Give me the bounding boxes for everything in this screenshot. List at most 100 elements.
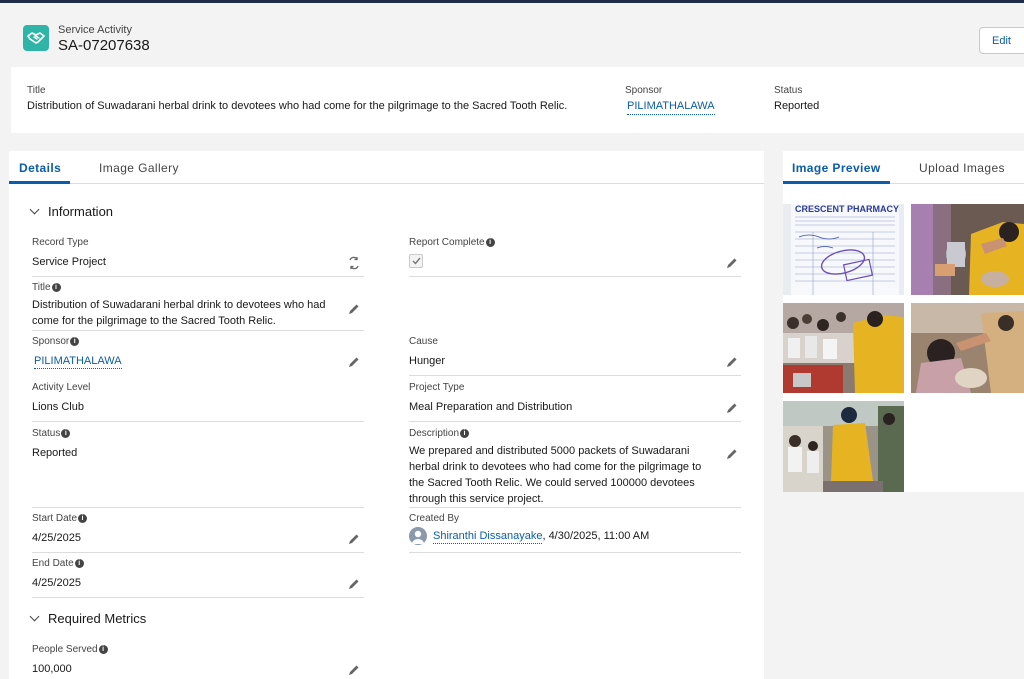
receipt-photo[interactable]: CRESCENT PHARMACY — [783, 204, 904, 295]
field-value: Lions Club — [32, 401, 84, 413]
section-required-metrics-title: Required Metrics — [48, 611, 147, 626]
user-avatar-icon — [409, 527, 427, 545]
field-label: Status — [32, 428, 61, 439]
field-value: Meal Preparation and Distribution — [409, 401, 573, 413]
info-icon[interactable]: i — [70, 337, 80, 346]
edit-cause-pencil-icon[interactable] — [725, 355, 739, 369]
field-divider — [409, 421, 741, 422]
field-value: Hunger — [409, 355, 446, 367]
field-record-type: Record Type Service Project — [32, 237, 362, 270]
info-icon[interactable]: i — [61, 429, 71, 438]
info-icon[interactable]: i — [51, 283, 61, 292]
tab-image-preview[interactable]: Image Preview — [792, 161, 881, 175]
field-label: Cause — [409, 336, 438, 347]
field-value: 4/25/2025 — [32, 532, 81, 544]
field-value: We prepared and distributed 5000 packets… — [409, 445, 702, 505]
field-label: Activity Level — [32, 382, 91, 393]
info-icon[interactable]: i — [78, 514, 88, 523]
field-description: Description i We prepared and distributed… — [409, 428, 715, 507]
field-people-served: People Served i 100,000 — [32, 644, 362, 677]
highlights-panel: Title Distribution of Suwadarani herbal … — [11, 67, 1024, 133]
field-status: Status i Reported — [32, 428, 362, 461]
highlight-title: Title Distribution of Suwadarani herbal … — [27, 85, 567, 112]
field-activity-level: Activity Level Lions Club — [32, 382, 362, 415]
section-information-toggle[interactable]: Information — [29, 204, 114, 219]
edit-sponsor-pencil-icon[interactable] — [347, 355, 361, 369]
tab-details[interactable]: Details — [19, 161, 61, 175]
edit-project-type-pencil-icon[interactable] — [725, 401, 739, 415]
field-label: People Served — [32, 644, 98, 655]
highlight-sponsor-label: Sponsor — [625, 85, 663, 96]
edit-start-date-pencil-icon[interactable] — [347, 532, 361, 546]
field-label: Created By — [409, 513, 460, 524]
receipt-heading: CRESCENT PHARMACY — [795, 204, 899, 214]
main-tab-bar: Details Image Gallery — [9, 151, 764, 184]
edit-people-served-pencil-icon[interactable] — [347, 663, 361, 677]
field-cause: Cause Hunger — [409, 336, 739, 369]
field-divider — [32, 276, 364, 277]
highlight-title-value: Distribution of Suwadarani herbal drink … — [27, 100, 568, 112]
info-icon[interactable]: i — [98, 645, 108, 654]
highlight-status-label: Status — [774, 85, 803, 96]
field-divider — [32, 552, 364, 553]
field-label: Record Type — [32, 237, 89, 248]
field-title: Title i Distribution of Suwadarani herbal… — [32, 282, 332, 329]
edit-title-pencil-icon[interactable] — [347, 302, 361, 316]
tab-image-gallery[interactable]: Image Gallery — [99, 161, 179, 175]
field-divider — [409, 552, 741, 553]
created-by-date: , 4/30/2025, 11:00 AM — [542, 529, 650, 542]
field-label: Start Date — [32, 513, 78, 524]
handshake-icon — [23, 25, 49, 51]
chevron-down-icon — [29, 204, 40, 215]
field-label: Report Complete — [409, 237, 485, 248]
info-icon[interactable]: i — [485, 238, 495, 247]
highlight-status-value: Reported — [774, 100, 820, 112]
field-value: Distribution of Suwadarani herbal drink … — [32, 299, 326, 327]
info-icon[interactable]: i — [74, 559, 84, 568]
edit-report-complete-pencil-icon[interactable] — [725, 256, 739, 270]
section-information-title: Information — [48, 204, 114, 219]
volunteer-yellow-vest-photo[interactable] — [783, 401, 904, 492]
field-report-complete: Report Complete i — [409, 237, 739, 268]
image-preview-card: Image Preview Upload Images CRESCENT PHA… — [783, 151, 1024, 492]
section-required-metrics-toggle[interactable]: Required Metrics — [29, 611, 147, 626]
field-divider — [409, 507, 741, 508]
field-divider — [32, 597, 364, 598]
field-label: End Date — [32, 558, 74, 569]
tab-upload-images[interactable]: Upload Images — [919, 161, 1005, 175]
chevron-down-icon — [29, 611, 40, 622]
highlight-sponsor-link[interactable]: PILIMATHALAWA — [627, 100, 715, 115]
field-value: Reported — [32, 447, 78, 459]
highlight-status: Status Reported — [774, 85, 819, 112]
checkmark-icon — [412, 257, 421, 265]
field-end-date: End Date i 4/25/2025 — [32, 558, 362, 591]
field-divider — [32, 330, 364, 331]
field-sponsor: Sponsor i PILIMATHALAWA — [32, 336, 362, 369]
tab-details-underline — [9, 181, 70, 184]
field-start-date: Start Date i 4/25/2025 — [32, 513, 362, 546]
record-id: SA-07207638 — [58, 37, 150, 54]
field-value: 100,000 — [32, 663, 72, 675]
side-tab-bar: Image Preview Upload Images — [783, 151, 1024, 184]
field-label: Sponsor — [32, 336, 70, 347]
edit-description-pencil-icon[interactable] — [725, 447, 739, 461]
edit-button[interactable]: Edit — [979, 27, 1024, 54]
sponsor-link[interactable]: PILIMATHALAWA — [34, 355, 122, 369]
field-value: 4/25/2025 — [32, 577, 81, 589]
field-created-by: Created By Shiranthi Dissanayake, 4/30/2… — [409, 513, 739, 545]
change-record-type-icon[interactable] — [347, 256, 361, 270]
field-value: Service Project — [32, 256, 106, 268]
info-icon[interactable]: i — [460, 429, 470, 438]
crowd-distribution-photo[interactable] — [783, 303, 904, 393]
created-by-user-link[interactable]: Shiranthi Dissanayake — [433, 529, 543, 544]
volunteers-pouring-drink-photo[interactable] — [911, 204, 1024, 295]
field-divider — [32, 507, 364, 508]
field-project-type: Project Type Meal Preparation and Distri… — [409, 382, 739, 415]
field-label: Project Type — [409, 382, 465, 393]
field-divider — [409, 276, 741, 277]
edit-end-date-pencil-icon[interactable] — [347, 577, 361, 591]
field-divider — [32, 421, 364, 422]
tab-image-preview-underline — [783, 181, 890, 184]
field-label: Description — [409, 428, 460, 439]
devotees-receiving-photo[interactable] — [911, 303, 1024, 393]
